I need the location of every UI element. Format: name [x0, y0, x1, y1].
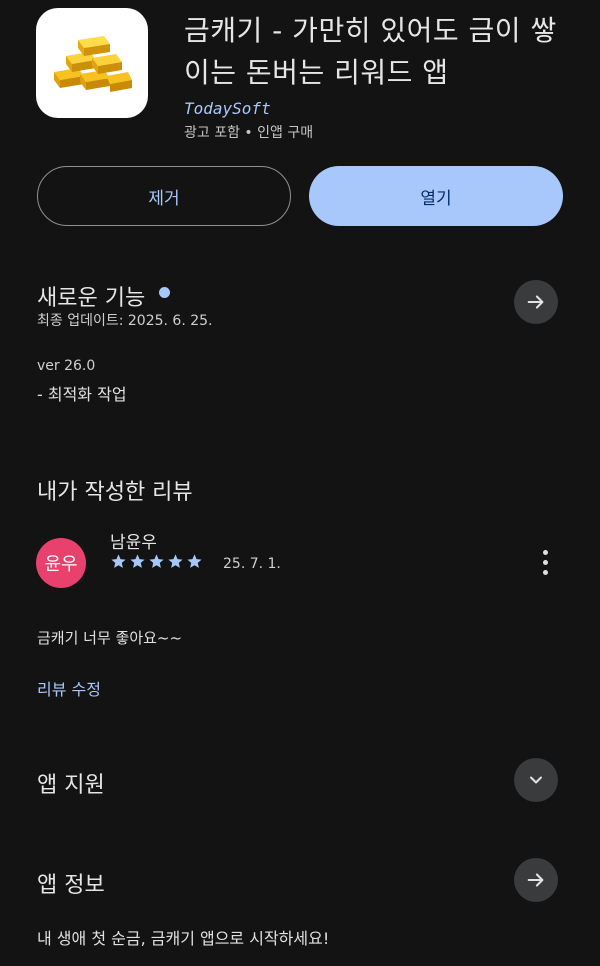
whats-new-arrow-button[interactable] [514, 280, 558, 324]
gold-bars-icon [54, 36, 132, 92]
app-icon [36, 8, 148, 118]
star-icon [168, 554, 183, 568]
star-icon [149, 554, 164, 568]
app-info-arrow-button[interactable] [514, 858, 558, 902]
developer-link[interactable]: TodaySoft [184, 99, 271, 118]
version-text: ver 26.0 [37, 358, 96, 374]
app-description: 내 생애 첫 순금, 금캐기 앱으로 시작하세요! [37, 929, 330, 948]
app-support-expand-button[interactable] [514, 758, 558, 802]
chevron-down-icon [530, 776, 542, 784]
release-note: - 최적화 작업 [37, 385, 127, 404]
app-meta-info: 광고 포함 • 인앱 구매 [184, 125, 314, 141]
app-info-title: 앱 정보 [37, 873, 105, 898]
star-icon [130, 554, 145, 568]
new-indicator-dot [159, 287, 170, 298]
open-button[interactable]: 열기 [309, 166, 563, 226]
edit-review-link[interactable]: 리뷰 수정 [37, 676, 101, 700]
star-icon [111, 554, 126, 568]
remove-button[interactable]: 제거 [37, 166, 291, 226]
avatar: 윤우 [36, 538, 86, 588]
star-icon [187, 554, 202, 568]
whats-new-title: 새로운 기능 [37, 286, 146, 311]
arrow-right-icon [527, 295, 544, 309]
star-rating [110, 553, 203, 570]
reviewer-name: 남윤우 [110, 533, 157, 553]
my-review-title: 내가 작성한 리뷰 [37, 480, 193, 505]
review-date: 25. 7. 1. [223, 556, 281, 572]
app-title: 금캐기 - 가만히 있어도 금이 쌓이는 돈버는 리워드 앱 [184, 14, 557, 89]
app-support-title: 앱 지원 [37, 773, 105, 798]
more-options-icon[interactable] [533, 546, 557, 578]
arrow-right-icon [527, 873, 544, 887]
last-updated: 최종 업데이트: 2025. 6. 25. [37, 313, 213, 329]
review-text: 금캐기 너무 좋아요~~ [37, 629, 183, 647]
